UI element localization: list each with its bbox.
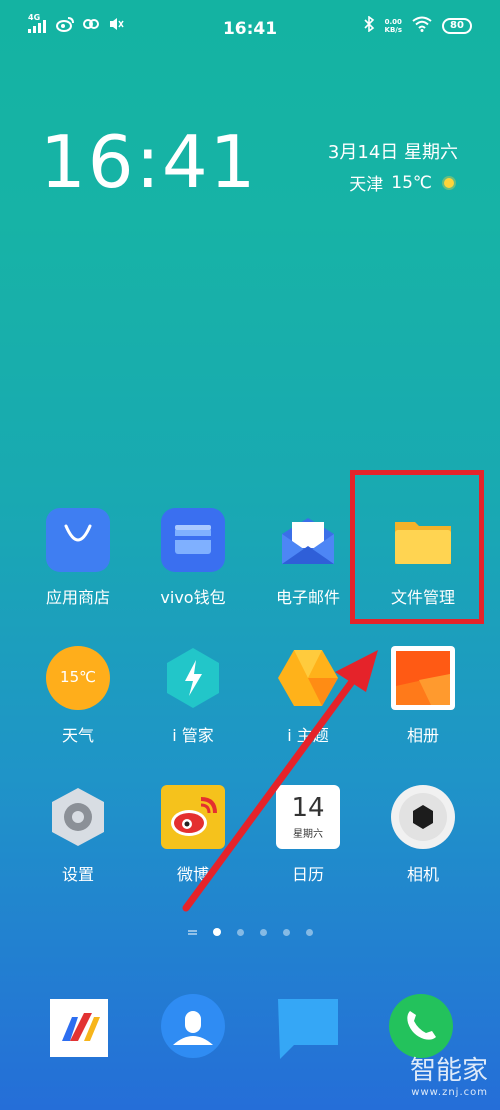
i-theme-icon — [276, 646, 340, 710]
weather-temperature: 15℃ — [391, 172, 432, 193]
home-clock[interactable]: 16:41 — [40, 122, 258, 202]
app-label: 电子邮件 — [275, 588, 340, 607]
calendar-day: 14 — [291, 793, 325, 823]
dock-browser[interactable] — [48, 995, 114, 1061]
battery-icon: 80 — [442, 17, 472, 34]
app-label: 设置 — [61, 865, 94, 884]
wifi-icon — [412, 16, 432, 35]
page-dot[interactable] — [259, 928, 267, 936]
file-manager-highlight-box — [350, 470, 484, 624]
dock-messages[interactable] — [276, 997, 342, 1063]
status-bar: 4G 16:41 0.00 KB/s 80 — [0, 0, 500, 58]
app-label: 应用商店 — [45, 588, 110, 607]
settings-icon — [46, 785, 110, 849]
bluetooth-icon — [363, 15, 375, 35]
i-manager-icon — [161, 646, 225, 710]
app-label: 日历 — [291, 865, 324, 884]
app-store-icon — [46, 508, 110, 572]
app-label: 相册 — [406, 726, 439, 745]
weibo-icon — [161, 785, 225, 849]
contacts-icon — [161, 994, 225, 1058]
gallery-icon — [391, 646, 455, 710]
status-right: 0.00 KB/s 80 — [363, 15, 472, 35]
page-indicator[interactable] — [0, 928, 500, 936]
wallet-icon — [161, 508, 225, 572]
weather-icon: 15℃ — [46, 646, 110, 710]
app-label: 天气 — [61, 726, 94, 745]
app-label: 相机 — [406, 865, 439, 884]
sunny-icon — [440, 174, 458, 192]
watermark: 智能家 www.znj.com — [410, 1050, 488, 1098]
home-weather[interactable]: 天津 15℃ — [349, 170, 458, 195]
app-label: i 管家 — [172, 726, 214, 745]
page-dot[interactable] — [282, 928, 290, 936]
camera-icon — [391, 785, 455, 849]
watermark-text: 智能家 — [409, 1056, 488, 1086]
network-speed: 0.00 KB/s — [384, 17, 402, 34]
page-menu-indicator[interactable] — [187, 929, 197, 935]
messages-icon — [278, 999, 338, 1059]
home-date[interactable]: 3月14日 星期六 — [328, 138, 458, 164]
page-dot[interactable] — [236, 928, 244, 936]
app-label: 微博 — [176, 865, 209, 884]
weather-city: 天津 — [349, 175, 384, 195]
app-label: i 主题 — [287, 726, 329, 745]
page-dot-active[interactable] — [212, 928, 221, 936]
calendar-weekday: 星期六 — [293, 829, 323, 840]
page-dot[interactable] — [305, 928, 313, 936]
weather-icon-temp: 15℃ — [60, 668, 96, 686]
browser-icon — [50, 999, 108, 1057]
email-icon — [276, 508, 340, 572]
app-label: vivo钱包 — [160, 588, 226, 607]
dock-contacts[interactable] — [160, 993, 226, 1059]
calendar-icon: 14 星期六 — [276, 785, 340, 849]
watermark-url: www.znj.com — [411, 1087, 488, 1098]
